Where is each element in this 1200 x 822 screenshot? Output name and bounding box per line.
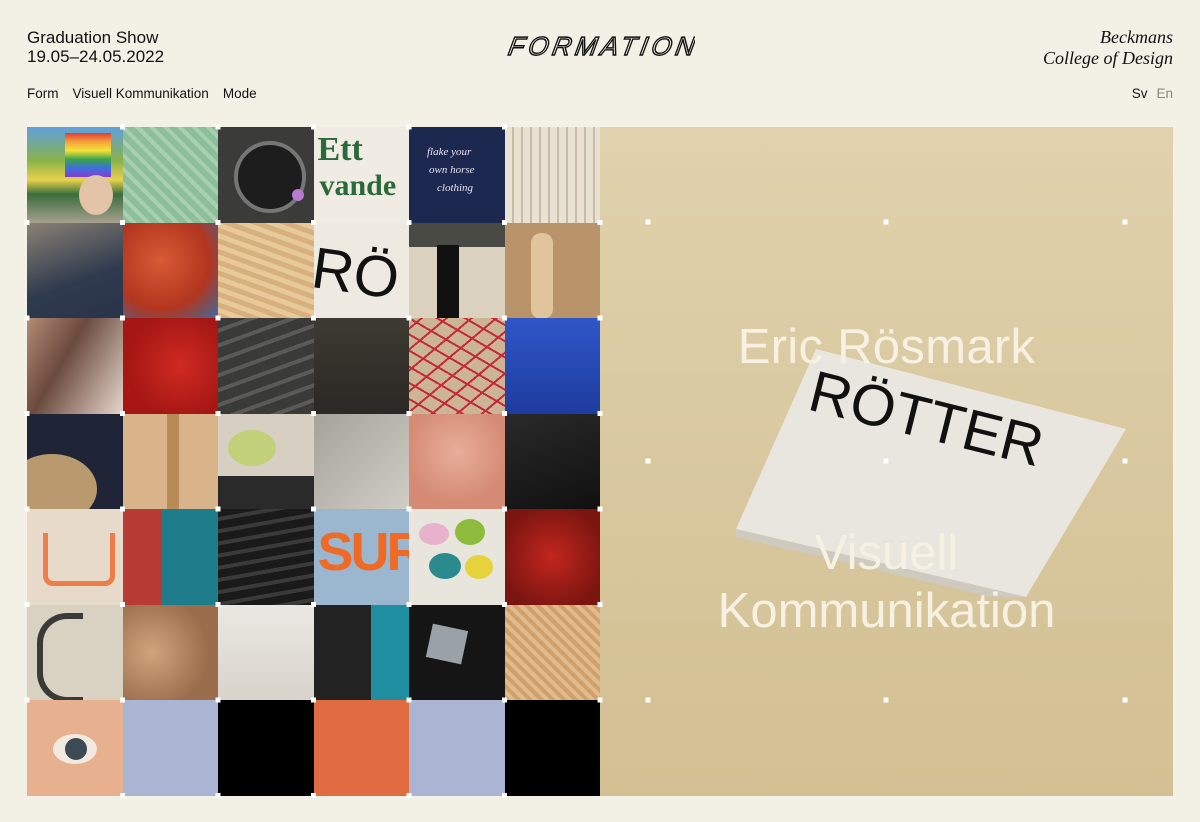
logo-text: FORMATION — [506, 31, 695, 61]
grid-tile[interactable] — [218, 127, 314, 223]
featured-project-category: Visuell Kommunikation — [600, 524, 1173, 640]
grid-tile[interactable] — [122, 318, 218, 414]
grid-tile[interactable] — [504, 318, 600, 414]
grid-tile[interactable] — [122, 222, 218, 318]
grid-tile[interactable] — [313, 604, 409, 700]
grid-tile[interactable] — [27, 318, 123, 414]
grid-tile[interactable] — [409, 318, 505, 414]
grid-tile[interactable] — [504, 222, 600, 318]
grid-tile[interactable] — [218, 222, 314, 318]
tile-text: own horse — [429, 164, 475, 176]
formation-logo[interactable]: FORMATION — [505, 28, 695, 68]
grid-tile[interactable] — [409, 509, 505, 605]
grid-tile[interactable] — [313, 318, 409, 414]
grid-tile[interactable] — [122, 700, 218, 796]
grid-tile[interactable] — [504, 413, 600, 509]
school-line-1: Beckmans — [1100, 27, 1173, 47]
grid-tile[interactable] — [122, 509, 218, 605]
nav-item-form[interactable]: Form — [27, 86, 59, 101]
grid-tile[interactable]: RÖ — [313, 222, 409, 318]
grid-tile[interactable] — [409, 604, 505, 700]
school-name[interactable]: Beckmans College of Design — [1043, 27, 1173, 69]
grid-tile[interactable] — [504, 509, 600, 605]
grid-tile[interactable]: flake your own horse clothing — [409, 127, 505, 223]
show-title: Graduation Show — [27, 28, 159, 47]
grid-tile[interactable] — [27, 127, 123, 223]
grid-tile[interactable] — [218, 509, 314, 605]
grid-tile[interactable] — [218, 700, 314, 796]
grid-tile[interactable] — [409, 413, 505, 509]
grid-tile[interactable] — [504, 127, 600, 223]
tile-text: SUR — [317, 522, 410, 582]
grid-tile[interactable] — [409, 222, 505, 318]
tile-text: Ett — [317, 131, 363, 168]
show-info: Graduation Show 19.05–24.05.2022 — [27, 28, 164, 66]
featured-category-line-2: Kommunikation — [717, 584, 1056, 638]
grid-tile[interactable] — [122, 127, 218, 223]
school-line-2: College of Design — [1043, 48, 1173, 68]
tile-text: clothing — [437, 182, 474, 194]
tile-text: vande — [319, 169, 397, 202]
grid-tile[interactable] — [27, 700, 123, 796]
grid-tile[interactable] — [27, 222, 123, 318]
grid-tile[interactable] — [122, 413, 218, 509]
grid-tile[interactable] — [27, 509, 123, 605]
grid-tile[interactable] — [313, 700, 409, 796]
grid-tile[interactable] — [218, 318, 314, 414]
project-grid: Ett vande flake your own horse clothing … — [27, 127, 600, 796]
language-switcher: Sv En — [1132, 86, 1173, 101]
featured-category-line-1: Visuell — [814, 526, 959, 580]
grid-tile[interactable] — [122, 604, 218, 700]
nav-item-visuell-kommunikation[interactable]: Visuell Kommunikation — [73, 86, 209, 101]
nav-item-mode[interactable]: Mode — [223, 86, 257, 101]
grid-tile[interactable] — [504, 700, 600, 796]
grid-tile[interactable] — [313, 413, 409, 509]
tile-text: RÖ — [313, 234, 403, 312]
lang-sv[interactable]: Sv — [1132, 86, 1148, 101]
lang-en[interactable]: En — [1156, 86, 1173, 101]
grid-tile[interactable] — [504, 604, 600, 700]
tile-text: flake your — [427, 146, 472, 158]
grid-tile[interactable] — [218, 413, 314, 509]
grid-tile[interactable]: SUR — [313, 509, 410, 605]
show-dates: 19.05–24.05.2022 — [27, 47, 165, 66]
main-nav: Form Visuell Kommunikation Mode — [27, 86, 257, 101]
featured-project[interactable]: RÖTTER Eric Rösmark Visuell Kommunikatio… — [600, 127, 1173, 796]
grid-tile[interactable] — [218, 604, 314, 700]
featured-project-name: Eric Rösmark — [737, 320, 1036, 374]
grid-tile[interactable] — [27, 413, 123, 509]
grid-tile[interactable] — [27, 604, 123, 700]
grid-tile[interactable]: Ett vande — [313, 127, 409, 223]
grid-tile[interactable] — [409, 700, 505, 796]
